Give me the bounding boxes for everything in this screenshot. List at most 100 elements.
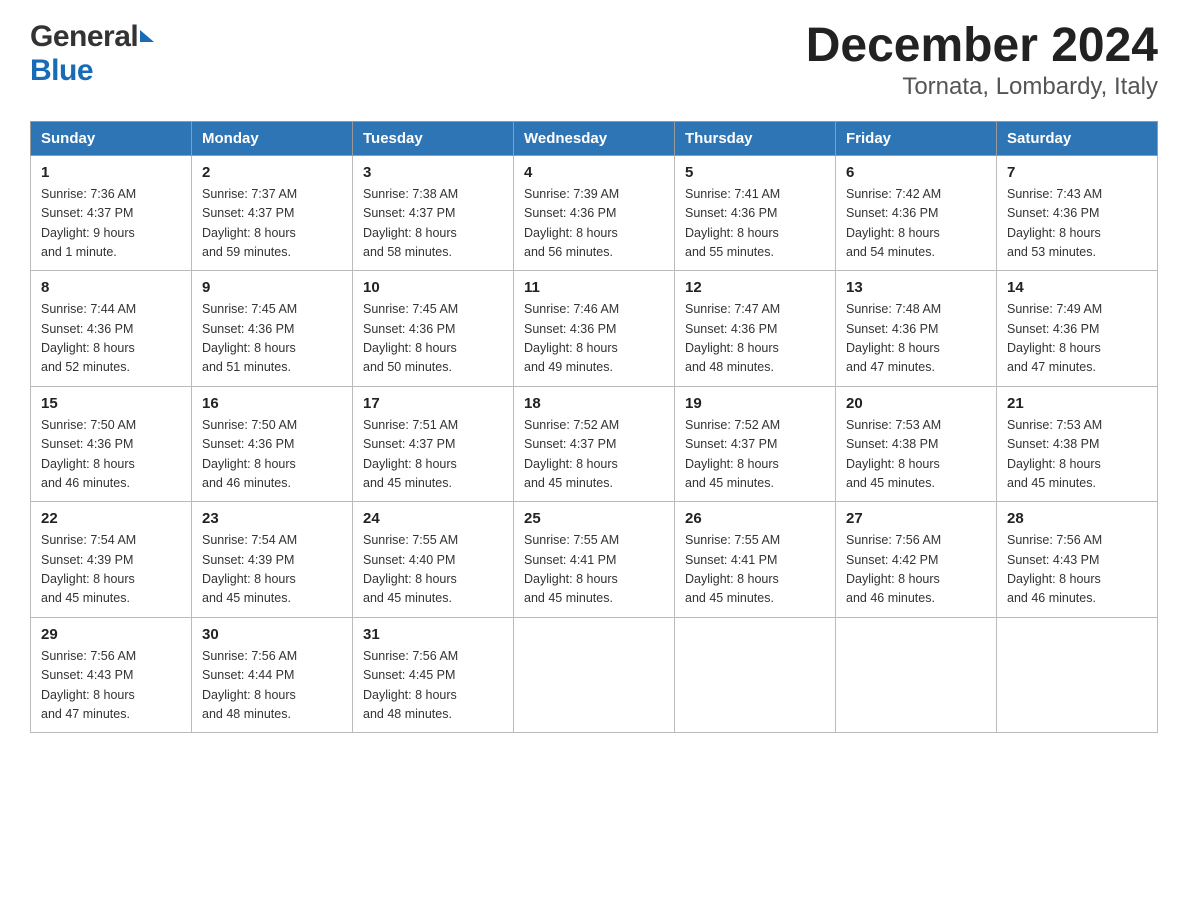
day-number: 23	[202, 510, 342, 527]
day-info: Sunrise: 7:53 AMSunset: 4:38 PMDaylight:…	[1007, 416, 1147, 494]
table-row: 2 Sunrise: 7:37 AMSunset: 4:37 PMDaylight…	[192, 155, 353, 271]
logo-blue: Blue	[30, 54, 93, 87]
day-number: 14	[1007, 279, 1147, 296]
day-info: Sunrise: 7:50 AMSunset: 4:36 PMDaylight:…	[41, 416, 181, 494]
calendar-header-row: Sunday Monday Tuesday Wednesday Thursday…	[31, 121, 1158, 155]
day-info: Sunrise: 7:55 AMSunset: 4:41 PMDaylight:…	[524, 531, 664, 609]
table-row: 27 Sunrise: 7:56 AMSunset: 4:42 PMDayligh…	[836, 502, 997, 618]
day-number: 30	[202, 626, 342, 643]
day-info: Sunrise: 7:41 AMSunset: 4:36 PMDaylight:…	[685, 185, 825, 263]
calendar-subtitle: Tornata, Lombardy, Italy	[806, 73, 1158, 101]
calendar-week-row: 8Sunrise: 7:44 AMSunset: 4:36 PMDaylight…	[31, 271, 1158, 387]
col-sunday: Sunday	[31, 121, 192, 155]
table-row: 23 Sunrise: 7:54 AMSunset: 4:39 PMDayligh…	[192, 502, 353, 618]
day-number: 5	[685, 164, 825, 181]
table-row: 7 Sunrise: 7:43 AMSunset: 4:36 PMDaylight…	[997, 155, 1158, 271]
table-row: 13Sunrise: 7:48 AMSunset: 4:36 PMDayligh…	[836, 271, 997, 387]
day-info: Sunrise: 7:56 AMSunset: 4:45 PMDaylight:…	[363, 647, 503, 725]
day-info: Sunrise: 7:39 AMSunset: 4:36 PMDaylight:…	[524, 185, 664, 263]
day-info: Sunrise: 7:42 AMSunset: 4:36 PMDaylight:…	[846, 185, 986, 263]
table-row: 20 Sunrise: 7:53 AMSunset: 4:38 PMDayligh…	[836, 386, 997, 502]
table-row: 8Sunrise: 7:44 AMSunset: 4:36 PMDaylight…	[31, 271, 192, 387]
table-row: 18Sunrise: 7:52 AMSunset: 4:37 PMDayligh…	[514, 386, 675, 502]
table-row: 21 Sunrise: 7:53 AMSunset: 4:38 PMDayligh…	[997, 386, 1158, 502]
day-number: 21	[1007, 395, 1147, 412]
table-row: 3 Sunrise: 7:38 AMSunset: 4:37 PMDaylight…	[353, 155, 514, 271]
table-row	[514, 617, 675, 733]
day-number: 2	[202, 164, 342, 181]
day-number: 17	[363, 395, 503, 412]
day-number: 7	[1007, 164, 1147, 181]
day-number: 1	[41, 164, 181, 181]
table-row: 12 Sunrise: 7:47 AMSunset: 4:36 PMDayligh…	[675, 271, 836, 387]
day-number: 8	[41, 279, 181, 296]
day-info: Sunrise: 7:56 AMSunset: 4:43 PMDaylight:…	[1007, 531, 1147, 609]
day-info: Sunrise: 7:51 AMSunset: 4:37 PMDaylight:…	[363, 416, 503, 494]
day-info: Sunrise: 7:56 AMSunset: 4:43 PMDaylight:…	[41, 647, 181, 725]
day-number: 19	[685, 395, 825, 412]
calendar-week-row: 1 Sunrise: 7:36 AMSunset: 4:37 PMDaylight…	[31, 155, 1158, 271]
col-monday: Monday	[192, 121, 353, 155]
table-row	[675, 617, 836, 733]
table-row: 14 Sunrise: 7:49 AMSunset: 4:36 PMDayligh…	[997, 271, 1158, 387]
day-info: Sunrise: 7:55 AMSunset: 4:40 PMDaylight:…	[363, 531, 503, 609]
day-number: 29	[41, 626, 181, 643]
day-info: Sunrise: 7:45 AMSunset: 4:36 PMDaylight:…	[363, 300, 503, 378]
day-info: Sunrise: 7:47 AMSunset: 4:36 PMDaylight:…	[685, 300, 825, 378]
table-row: 22 Sunrise: 7:54 AMSunset: 4:39 PMDayligh…	[31, 502, 192, 618]
calendar-week-row: 15 Sunrise: 7:50 AMSunset: 4:36 PMDayligh…	[31, 386, 1158, 502]
day-number: 12	[685, 279, 825, 296]
table-row: 26 Sunrise: 7:55 AMSunset: 4:41 PMDayligh…	[675, 502, 836, 618]
day-number: 15	[41, 395, 181, 412]
day-number: 26	[685, 510, 825, 527]
table-row: 17 Sunrise: 7:51 AMSunset: 4:37 PMDayligh…	[353, 386, 514, 502]
day-number: 31	[363, 626, 503, 643]
table-row: 10 Sunrise: 7:45 AMSunset: 4:36 PMDayligh…	[353, 271, 514, 387]
table-row: 5 Sunrise: 7:41 AMSunset: 4:36 PMDaylight…	[675, 155, 836, 271]
day-number: 18	[524, 395, 664, 412]
day-number: 20	[846, 395, 986, 412]
day-number: 10	[363, 279, 503, 296]
table-row: 1 Sunrise: 7:36 AMSunset: 4:37 PMDaylight…	[31, 155, 192, 271]
day-info: Sunrise: 7:38 AMSunset: 4:37 PMDaylight:…	[363, 185, 503, 263]
day-number: 11	[524, 279, 664, 296]
day-info: Sunrise: 7:54 AMSunset: 4:39 PMDaylight:…	[41, 531, 181, 609]
day-info: Sunrise: 7:55 AMSunset: 4:41 PMDaylight:…	[685, 531, 825, 609]
day-info: Sunrise: 7:43 AMSunset: 4:36 PMDaylight:…	[1007, 185, 1147, 263]
col-wednesday: Wednesday	[514, 121, 675, 155]
day-info: Sunrise: 7:52 AMSunset: 4:37 PMDaylight:…	[685, 416, 825, 494]
page-header: General Blue December 2024 Tornata, Lomb…	[30, 20, 1158, 101]
day-info: Sunrise: 7:46 AMSunset: 4:36 PMDaylight:…	[524, 300, 664, 378]
day-info: Sunrise: 7:53 AMSunset: 4:38 PMDaylight:…	[846, 416, 986, 494]
calendar-week-row: 22 Sunrise: 7:54 AMSunset: 4:39 PMDayligh…	[31, 502, 1158, 618]
col-saturday: Saturday	[997, 121, 1158, 155]
day-info: Sunrise: 7:37 AMSunset: 4:37 PMDaylight:…	[202, 185, 342, 263]
day-info: Sunrise: 7:56 AMSunset: 4:42 PMDaylight:…	[846, 531, 986, 609]
day-number: 25	[524, 510, 664, 527]
day-info: Sunrise: 7:49 AMSunset: 4:36 PMDaylight:…	[1007, 300, 1147, 378]
day-number: 27	[846, 510, 986, 527]
col-thursday: Thursday	[675, 121, 836, 155]
day-number: 22	[41, 510, 181, 527]
day-number: 16	[202, 395, 342, 412]
day-number: 24	[363, 510, 503, 527]
table-row: 19 Sunrise: 7:52 AMSunset: 4:37 PMDayligh…	[675, 386, 836, 502]
calendar-title: December 2024	[806, 20, 1158, 73]
table-row: 29 Sunrise: 7:56 AMSunset: 4:43 PMDayligh…	[31, 617, 192, 733]
table-row: 28Sunrise: 7:56 AMSunset: 4:43 PMDayligh…	[997, 502, 1158, 618]
day-info: Sunrise: 7:50 AMSunset: 4:36 PMDaylight:…	[202, 416, 342, 494]
table-row: 6Sunrise: 7:42 AMSunset: 4:36 PMDaylight…	[836, 155, 997, 271]
table-row: 25 Sunrise: 7:55 AMSunset: 4:41 PMDayligh…	[514, 502, 675, 618]
logo-arrow-icon	[140, 30, 154, 42]
logo: General Blue	[30, 20, 154, 88]
day-info: Sunrise: 7:48 AMSunset: 4:36 PMDaylight:…	[846, 300, 986, 378]
day-info: Sunrise: 7:54 AMSunset: 4:39 PMDaylight:…	[202, 531, 342, 609]
day-info: Sunrise: 7:45 AMSunset: 4:36 PMDaylight:…	[202, 300, 342, 378]
day-info: Sunrise: 7:36 AMSunset: 4:37 PMDaylight:…	[41, 185, 181, 263]
table-row: 24 Sunrise: 7:55 AMSunset: 4:40 PMDayligh…	[353, 502, 514, 618]
day-number: 9	[202, 279, 342, 296]
day-info: Sunrise: 7:56 AMSunset: 4:44 PMDaylight:…	[202, 647, 342, 725]
table-row: 16 Sunrise: 7:50 AMSunset: 4:36 PMDayligh…	[192, 386, 353, 502]
table-row: 31 Sunrise: 7:56 AMSunset: 4:45 PMDayligh…	[353, 617, 514, 733]
day-number: 3	[363, 164, 503, 181]
